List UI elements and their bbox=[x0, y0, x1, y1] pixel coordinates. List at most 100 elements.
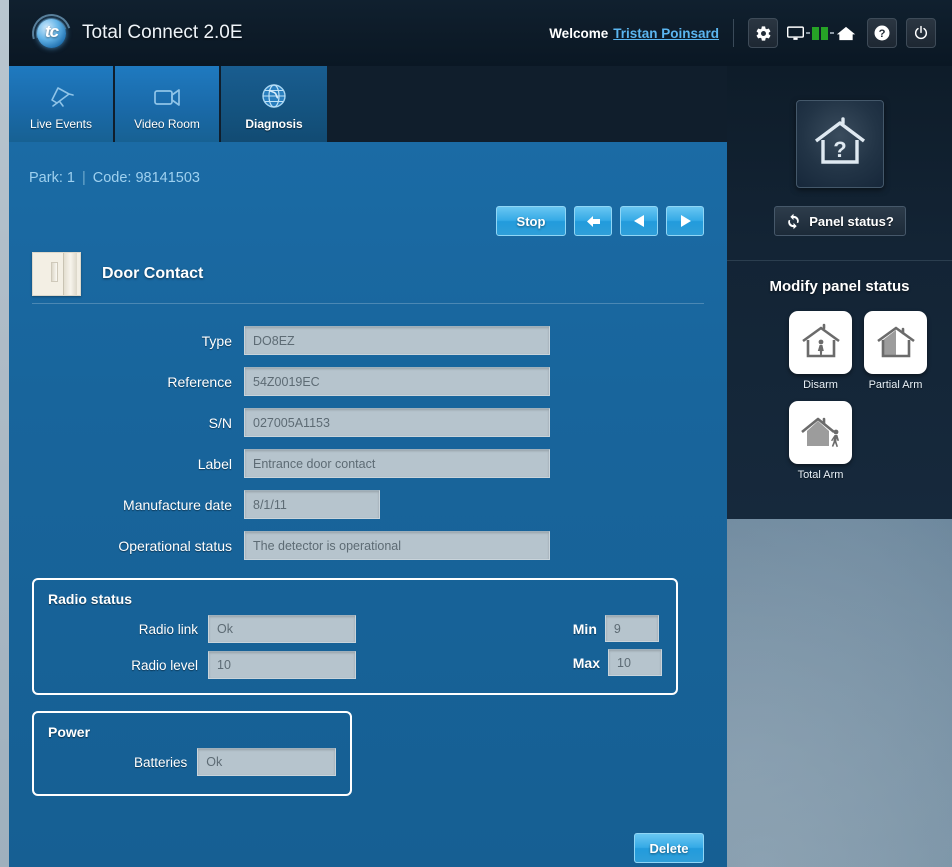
radio-link-label: Radio link bbox=[138, 621, 198, 637]
link-dash bbox=[806, 32, 810, 34]
triangle-right-icon bbox=[680, 215, 691, 227]
power-icon bbox=[914, 25, 928, 40]
house-icon bbox=[836, 26, 856, 40]
first-button[interactable] bbox=[574, 206, 612, 236]
total-connect-logo-icon: tc bbox=[25, 7, 78, 60]
signal-bars-icon bbox=[812, 26, 828, 40]
panel-status-button[interactable]: Panel status? bbox=[773, 206, 906, 236]
tab-label: Diagnosis bbox=[245, 117, 303, 131]
device-detail-card: Door Contact Type DO8EZ Reference 54Z001… bbox=[32, 247, 704, 863]
tab-diagnosis[interactable]: Diagnosis bbox=[221, 66, 327, 142]
header-divider-line bbox=[32, 303, 704, 304]
field-label: Reference bbox=[167, 373, 232, 390]
radio-level-row: Radio level 10 bbox=[48, 651, 356, 679]
batteries-field[interactable]: Ok bbox=[197, 748, 336, 776]
brand: tc Total Connect 2.0E bbox=[25, 7, 243, 60]
house-question-mark-icon: ? bbox=[795, 100, 884, 188]
total-arm-button[interactable]: Total Arm bbox=[789, 401, 852, 481]
tab-label: Video Room bbox=[134, 117, 200, 131]
min-field[interactable]: 9 bbox=[604, 615, 659, 642]
globe-icon bbox=[258, 77, 290, 111]
radio-min-max-group: Min 9 Max 10 bbox=[573, 615, 662, 676]
power-group: Power Batteries Ok bbox=[32, 711, 352, 796]
delete-button[interactable]: Delete bbox=[634, 833, 704, 863]
max-label: Max bbox=[572, 654, 600, 671]
radio-link-field[interactable]: Ok bbox=[208, 615, 356, 643]
field-label: Manufacture date bbox=[123, 496, 232, 513]
field-row-type: Type DO8EZ bbox=[32, 326, 704, 355]
field-label: Operational status bbox=[118, 537, 232, 554]
partial-arm-button[interactable]: Partial Arm bbox=[864, 311, 927, 391]
max-field[interactable]: 10 bbox=[608, 649, 662, 676]
panel-status-display: ? Panel status? bbox=[727, 66, 952, 236]
welcome-text: Welcome bbox=[549, 25, 609, 41]
app-header: tc Total Connect 2.0E Welcome Tristan Po… bbox=[9, 0, 952, 66]
manufacture-date-field[interactable]: 8/1/11 bbox=[244, 490, 380, 519]
help-icon: ? bbox=[874, 25, 890, 41]
help-button[interactable]: ? bbox=[867, 18, 897, 48]
application-window: tc Total Connect 2.0E Welcome Tristan Po… bbox=[0, 0, 952, 867]
page-left-margin bbox=[0, 0, 9, 867]
house-person-inside-icon bbox=[789, 311, 852, 374]
min-label: Min bbox=[572, 620, 597, 637]
batteries-row: Batteries Ok bbox=[48, 748, 336, 776]
gear-icon bbox=[756, 25, 770, 41]
settings-button[interactable] bbox=[748, 18, 778, 48]
panel-status-label: Panel status? bbox=[809, 213, 894, 229]
stop-button[interactable]: Stop bbox=[496, 206, 566, 236]
arm-label: Partial Arm bbox=[868, 379, 923, 391]
type-field[interactable]: DO8EZ bbox=[244, 326, 550, 355]
diagnosis-controls: Stop bbox=[496, 206, 704, 236]
field-label: Label bbox=[197, 455, 232, 472]
field-label: S/N bbox=[208, 414, 232, 431]
monitor-icon bbox=[787, 25, 804, 40]
arm-options-grid: Disarm Partial Arm Total Arm bbox=[727, 295, 952, 481]
link-dash bbox=[830, 32, 834, 34]
door-contact-sensor-image bbox=[32, 252, 81, 296]
field-row-operational-status: Operational status The detector is opera… bbox=[32, 531, 704, 560]
svg-text:?: ? bbox=[879, 28, 886, 40]
field-row-manufacture-date: Manufacture date 8/1/11 bbox=[32, 490, 704, 519]
serial-number-field[interactable]: 027005A1153 bbox=[244, 408, 550, 437]
tab-video-room[interactable]: Video Room bbox=[115, 66, 219, 142]
radio-level-field[interactable]: 10 bbox=[208, 651, 356, 679]
tab-live-events[interactable]: Live Events bbox=[9, 66, 113, 142]
header-right-cluster: Welcome Tristan Poinsard ? bbox=[549, 18, 936, 48]
breadcrumb-code[interactable]: Code: 98141503 bbox=[93, 170, 200, 186]
disarm-button[interactable]: Disarm bbox=[789, 311, 852, 391]
power-button[interactable] bbox=[906, 18, 936, 48]
radio-status-group: Radio status Radio link Ok Radio level 1… bbox=[32, 578, 678, 695]
logo-text: tc bbox=[44, 22, 59, 41]
tab-bar: Live Events Video Room Diagnosis bbox=[9, 66, 727, 142]
device-title: Door Contact bbox=[102, 265, 204, 282]
arm-label: Disarm bbox=[803, 379, 838, 391]
label-field[interactable]: Entrance door contact bbox=[244, 449, 550, 478]
radio-level-label: Radio level bbox=[131, 657, 198, 673]
house-person-outside-icon bbox=[789, 401, 852, 464]
connection-status-icon bbox=[787, 25, 856, 41]
breadcrumb-park[interactable]: Park: 1 bbox=[29, 170, 75, 186]
panel-status-sidebar: ? Panel status? Modify panel status Disa… bbox=[727, 66, 952, 519]
house-partial-shaded-icon bbox=[864, 311, 927, 374]
previous-button[interactable] bbox=[620, 206, 658, 236]
sidebar-divider bbox=[727, 260, 952, 261]
refresh-icon bbox=[788, 213, 800, 229]
arrow-left-bold-icon bbox=[586, 215, 600, 227]
next-button[interactable] bbox=[666, 206, 704, 236]
tab-label: Live Events bbox=[29, 117, 93, 131]
main-content-panel: Park: 1 | Code: 98141503 Stop Door Conta… bbox=[9, 142, 727, 867]
max-row: Max 10 bbox=[573, 649, 662, 676]
min-row: Min 9 bbox=[573, 615, 662, 642]
video-camera-icon bbox=[150, 77, 184, 111]
field-row-label: Label Entrance door contact bbox=[32, 449, 704, 478]
header-divider bbox=[733, 19, 734, 47]
user-name-link[interactable]: Tristan Poinsard bbox=[613, 26, 719, 41]
device-header: Door Contact bbox=[32, 247, 704, 301]
power-title: Power bbox=[48, 724, 91, 740]
operational-status-field[interactable]: The detector is operational bbox=[244, 531, 550, 560]
field-row-reference: Reference 54Z0019EC bbox=[32, 367, 704, 396]
reference-field[interactable]: 54Z0019EC bbox=[244, 367, 550, 396]
batteries-label: Batteries bbox=[134, 754, 188, 770]
modify-panel-status-heading: Modify panel status bbox=[769, 278, 910, 295]
svg-text:?: ? bbox=[833, 137, 846, 162]
